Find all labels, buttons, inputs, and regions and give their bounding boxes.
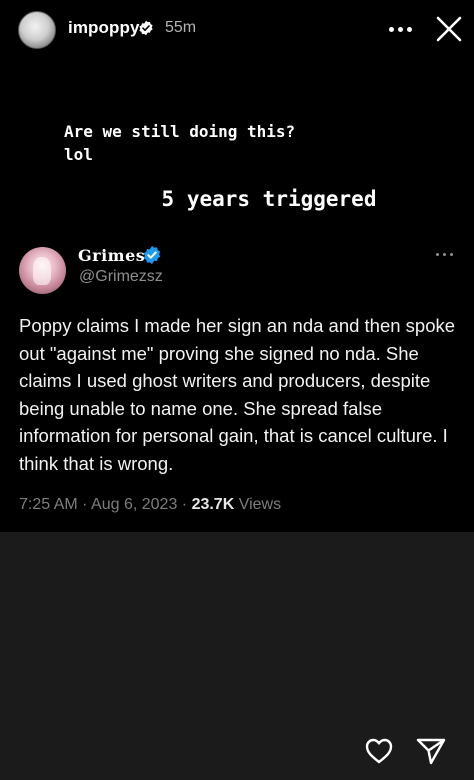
tweet-metadata: 7:25 AM · Aug 6, 2023 · 23.7K Views <box>19 496 282 513</box>
send-icon[interactable] <box>414 735 448 767</box>
tweet-date: Aug 6, 2023 <box>91 496 178 513</box>
close-icon[interactable] <box>434 14 464 44</box>
caption-line-2: lol <box>64 145 93 164</box>
story-header: impoppy 55m <box>0 0 474 60</box>
story-time-ago: 55m <box>165 19 197 36</box>
verified-badge-icon <box>143 245 161 265</box>
tweet-body-text: Poppy claims I made her sign an nda and … <box>19 315 456 474</box>
heart-outline-icon[interactable] <box>363 735 395 767</box>
verified-badge-icon <box>139 20 153 36</box>
tweet-author-avatar <box>19 247 66 294</box>
story-viewer: impoppy 55m Are we still doing this? lol… <box>0 0 474 780</box>
tweet-time: 7:25 AM <box>19 496 78 513</box>
tweet-views-label: Views <box>238 496 282 513</box>
more-options-icon[interactable] <box>386 16 416 42</box>
profile-avatar[interactable] <box>18 11 56 49</box>
story-username[interactable]: impoppy <box>68 18 140 38</box>
story-text-caption: Are we still doing this? lol <box>64 120 295 166</box>
tweet-more-icon <box>434 250 456 260</box>
tweet-views-count: 23.7K <box>191 496 235 513</box>
embedded-tweet: Grimes @Grimezsz Poppy claims I made her… <box>0 240 474 532</box>
tweet-author-name: Grimes <box>78 246 146 265</box>
caption-line-1: Are we still doing this? <box>64 122 296 141</box>
tweet-author-handle: @Grimezsz <box>79 268 163 285</box>
story-text-headline: 5 years triggered <box>161 187 377 211</box>
